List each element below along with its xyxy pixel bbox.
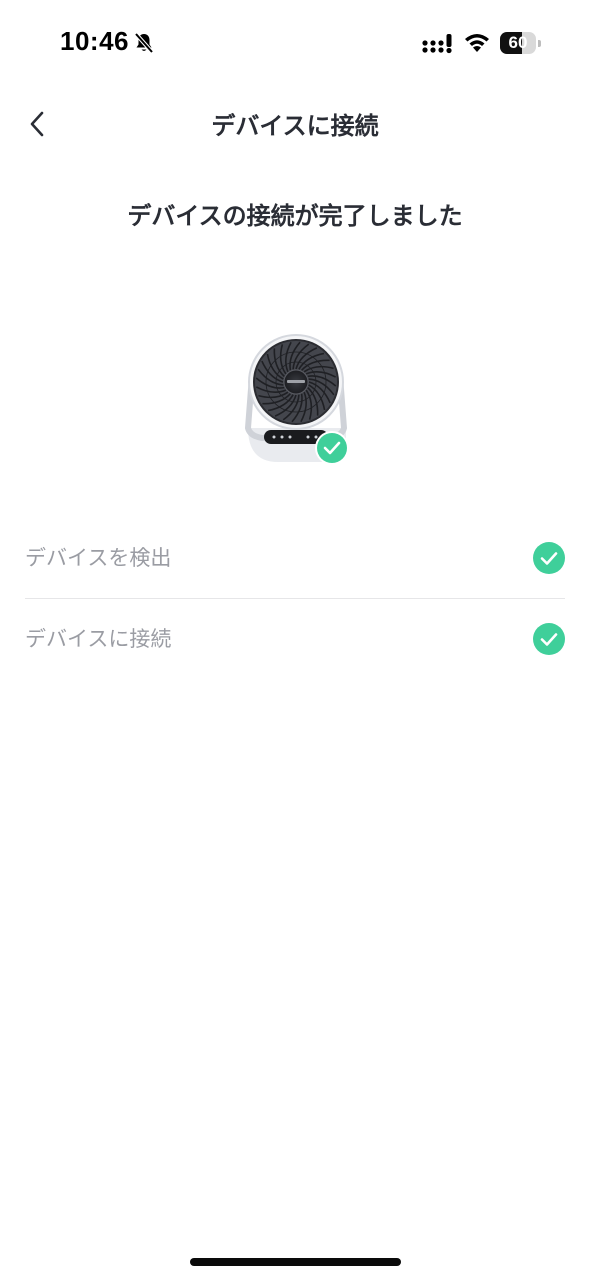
connection-complete-heading: デバイスの接続が完了しました [127, 202, 463, 230]
check-circle-icon [533, 623, 565, 655]
status-bar: 10:46 60 [0, 0, 590, 88]
battery-level: 60 [508, 33, 528, 52]
check-circle-icon [533, 542, 565, 574]
battery-cap [538, 40, 541, 47]
screen: 10:46 60 デバイスに接続 デバイスの接続が完了しました デバイスを検出 … [0, 0, 590, 1278]
bell-off-icon [134, 32, 154, 54]
step-connect-device: デバイスに接続 [25, 599, 565, 679]
battery-body: 60 [500, 32, 536, 54]
connection-steps-list: デバイスを検出 デバイスに接続 [25, 518, 565, 679]
signal-icon [422, 34, 452, 54]
nav-bar: デバイスに接続 [0, 92, 590, 156]
step-label: デバイスに接続 [25, 627, 172, 651]
step-detect-device: デバイスを検出 [25, 518, 565, 599]
device-image [238, 328, 354, 468]
step-label: デバイスを検出 [25, 546, 172, 570]
status-time: 10:46 [60, 26, 129, 56]
page-title: デバイスに接続 [211, 112, 379, 140]
wifi-icon [465, 34, 489, 52]
check-circle-icon [316, 432, 348, 464]
home-indicator [190, 1258, 401, 1266]
battery-icon: 60 [500, 32, 541, 54]
